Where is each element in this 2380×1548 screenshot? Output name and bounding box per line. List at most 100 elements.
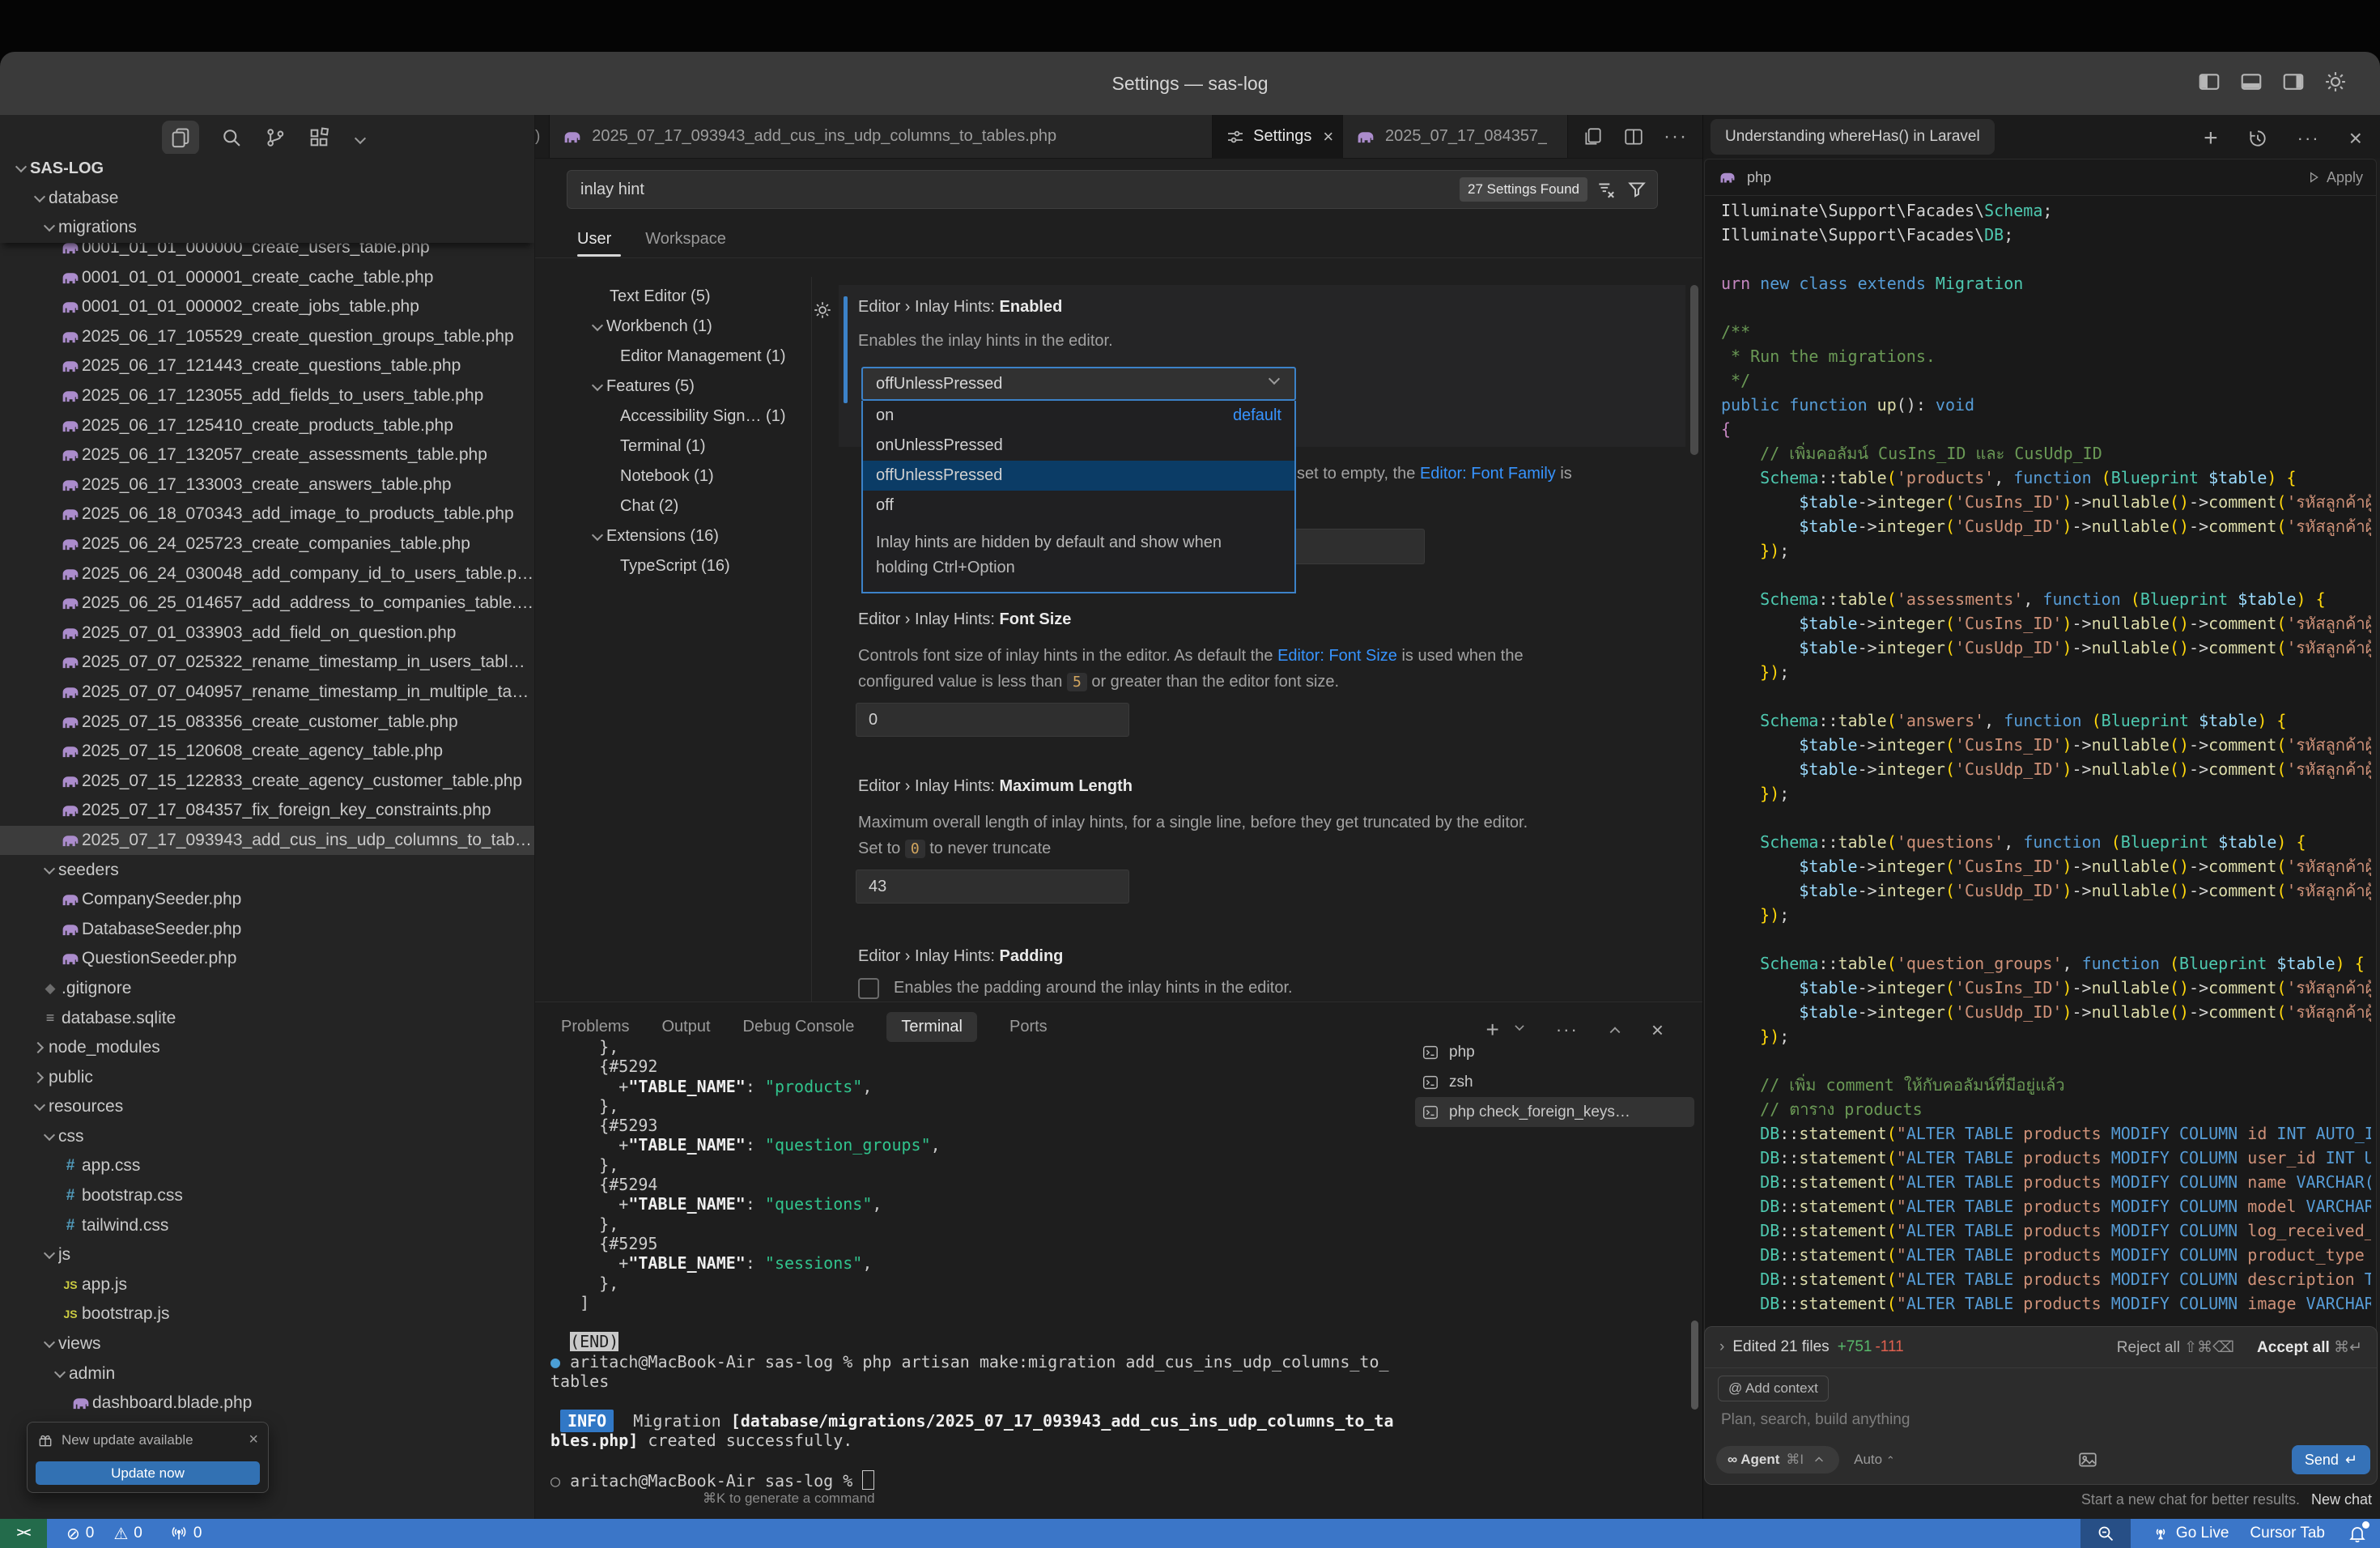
chat-input-placeholder[interactable]: Plan, search, build anything — [1721, 1411, 1910, 1429]
file-item[interactable]: 0001_01_01_000002_create_jobs_table.php — [0, 292, 534, 322]
font-family-input[interactable] — [1289, 529, 1425, 564]
settings-tree-item[interactable]: Notebook (1) — [535, 461, 810, 491]
panel-tab-ports[interactable]: Ports — [1009, 1018, 1048, 1036]
close-icon[interactable]: × — [249, 1431, 258, 1449]
code-content[interactable]: Illuminate\Support\Facades\Schema;Illumi… — [1721, 198, 2371, 1316]
new-chat-link[interactable]: New chat — [2311, 1491, 2372, 1508]
clear-filters-icon[interactable] — [1596, 179, 1617, 200]
file-item[interactable]: DatabaseSeeder.php — [0, 914, 534, 944]
terminal-output[interactable]: }, {#5292 +"TABLE_NAME": "products", }, … — [550, 1037, 1409, 1490]
file-item[interactable]: ≡database.sqlite — [0, 1003, 534, 1033]
terminal-session-item[interactable]: php check_foreign_keys… — [1415, 1097, 1694, 1127]
settings-scrollbar[interactable] — [1690, 285, 1698, 455]
padding-checkbox[interactable] — [858, 978, 879, 999]
settings-link[interactable]: Editor: Font Size — [1277, 647, 1397, 665]
file-item[interactable]: 2025_06_17_133003_create_answers_table.p… — [0, 470, 534, 500]
chevron-down-icon[interactable] — [351, 131, 369, 149]
folder-item[interactable]: js — [0, 1240, 534, 1270]
agent-mode-button[interactable]: ∞ Agent⌘I — [1716, 1446, 1839, 1474]
settings-search-input[interactable]: inlay hint 27 Settings Found — [567, 170, 1658, 209]
settings-tree-item[interactable]: Features (5) — [535, 372, 810, 402]
folder-item[interactable]: database — [0, 184, 534, 214]
panel-tab-debug-console[interactable]: Debug Console — [743, 1018, 855, 1036]
ports-indicator[interactable]: 0 — [170, 1525, 202, 1542]
file-item[interactable]: 2025_06_18_070343_add_image_to_products_… — [0, 500, 534, 529]
file-item[interactable]: 2025_06_25_014657_add_address_to_compani… — [0, 589, 534, 619]
titlebar-gear-icon[interactable] — [2323, 70, 2348, 94]
file-item[interactable]: dashboard.blade.php — [0, 1389, 534, 1418]
file-item[interactable]: JSapp.js — [0, 1270, 534, 1300]
file-item[interactable]: #bootstrap.css — [0, 1181, 534, 1211]
folder-item[interactable]: node_modules — [0, 1033, 534, 1063]
new-chat-icon[interactable]: + — [2204, 125, 2218, 152]
open-changes-icon[interactable] — [1583, 126, 1604, 147]
more-actions-icon[interactable]: ··· — [2297, 128, 2320, 149]
panel-tab-problems[interactable]: Problems — [561, 1018, 629, 1036]
go-live-button[interactable]: Go Live — [2152, 1525, 2229, 1542]
settings-tree-item[interactable]: Terminal (1) — [535, 432, 810, 461]
model-auto-button[interactable]: Auto ⌃ — [1854, 1452, 1895, 1468]
folder-item[interactable]: views — [0, 1329, 534, 1359]
tab-migration-093943[interactable]: 2025_07_17_093943_add_cus_ins_udp_column… — [550, 115, 1213, 158]
update-now-button[interactable]: Update now — [36, 1461, 260, 1485]
file-item[interactable]: 2025_07_15_083356_create_customer_table.… — [0, 707, 534, 737]
warnings-indicator[interactable]: ⚠0 — [113, 1524, 142, 1544]
setting-gear-icon[interactable] — [812, 300, 833, 321]
errors-indicator[interactable]: ⊘0 — [66, 1524, 94, 1544]
settings-tree-item[interactable]: Workbench (1) — [535, 312, 810, 342]
edited-files-bar[interactable]: › Edited 21 files +751 -111 Reject all ⇧… — [1705, 1327, 2377, 1368]
file-item[interactable]: 2025_07_17_093943_add_cus_ins_udp_column… — [0, 826, 534, 856]
history-icon[interactable] — [2247, 128, 2268, 149]
chevron-up-icon[interactable] — [1607, 1023, 1623, 1039]
send-button[interactable]: Send↵ — [2292, 1445, 2370, 1474]
file-item[interactable]: 2025_06_17_121443_create_questions_table… — [0, 351, 534, 381]
file-item[interactable]: JSbootstrap.js — [0, 1299, 534, 1329]
file-item[interactable]: 2025_07_17_084357_fix_foreign_key_constr… — [0, 796, 534, 826]
file-item[interactable]: 2025_07_15_122833_create_agency_customer… — [0, 766, 534, 796]
dropdown-option-off[interactable]: off — [863, 491, 1294, 521]
settings-tree-item[interactable]: Editor Management (1) — [535, 342, 810, 372]
enabled-select[interactable]: offUnlessPressed — [861, 367, 1296, 401]
terminal-scrollbar[interactable] — [1691, 1320, 1698, 1410]
dropdown-option-on[interactable]: ondefault — [863, 401, 1294, 431]
add-context-button[interactable]: @ Add context — [1718, 1376, 1829, 1401]
file-item[interactable]: QuestionSeeder.php — [0, 944, 534, 974]
settings-tree-item[interactable]: TypeScript (16) — [535, 551, 810, 581]
file-item[interactable]: 2025_06_24_025723_create_companies_table… — [0, 529, 534, 559]
chevron-down-icon[interactable] — [1512, 1020, 1527, 1035]
file-item[interactable]: 2025_07_07_040957_rename_timestamp_in_mu… — [0, 678, 534, 708]
explorer-icon[interactable] — [162, 121, 199, 155]
settings-tree-item[interactable]: Accessibility Sign… (1) — [535, 402, 810, 432]
notifications-bell-icon[interactable] — [2348, 1524, 2367, 1543]
settings-tree-item[interactable]: Chat (2) — [535, 491, 810, 521]
file-item[interactable]: CompanySeeder.php — [0, 885, 534, 915]
file-item[interactable]: 2025_06_17_123055_add_fields_to_users_ta… — [0, 381, 534, 411]
terminal-session-item[interactable]: zsh — [1415, 1067, 1694, 1097]
panel-tab-output[interactable]: Output — [661, 1018, 710, 1036]
source-control-icon[interactable] — [264, 126, 287, 149]
file-item[interactable]: 2025_06_17_105529_create_question_groups… — [0, 322, 534, 352]
reject-all-button[interactable]: Reject all ⇧⌘⌫ — [2117, 1338, 2234, 1357]
folder-item[interactable]: css — [0, 1122, 534, 1152]
close-icon[interactable]: × — [1323, 126, 1333, 147]
file-item[interactable]: 0001_01_01_000001_create_cache_table.php — [0, 262, 534, 292]
chat-tab[interactable]: Understanding whereHas() in Laravel — [1711, 119, 1995, 155]
file-item[interactable]: 2025_07_15_120608_create_agency_table.ph… — [0, 737, 534, 767]
layout-left-icon[interactable] — [2197, 70, 2221, 94]
extensions-icon[interactable] — [308, 126, 330, 149]
more-actions-icon[interactable]: ··· — [1664, 125, 1688, 148]
folder-item[interactable]: seeders — [0, 855, 534, 885]
clipped-tab-fragment[interactable]: ) — [535, 115, 550, 158]
terminal-session-item[interactable]: php — [1415, 1037, 1694, 1067]
cursor-tab-status[interactable]: Cursor Tab — [2250, 1525, 2325, 1542]
settings-tree-item[interactable]: Extensions (16) — [535, 521, 810, 551]
file-item[interactable]: 2025_07_01_033903_add_field_on_question.… — [0, 619, 534, 649]
remote-indicator[interactable]: >< — [0, 1519, 47, 1548]
dropdown-option-onUnlessPressed[interactable]: onUnlessPressed — [863, 431, 1294, 461]
file-item[interactable]: 2025_06_17_132057_create_assessments_tab… — [0, 440, 534, 470]
scope-tab-workspace[interactable]: Workspace — [645, 230, 726, 249]
accept-all-button[interactable]: Accept all ⌘↵ — [2257, 1338, 2362, 1357]
zoom-status-icon[interactable] — [2080, 1519, 2131, 1548]
settings-link[interactable]: Editor: Font Family — [1420, 465, 1556, 483]
folder-item[interactable]: admin — [0, 1359, 534, 1389]
